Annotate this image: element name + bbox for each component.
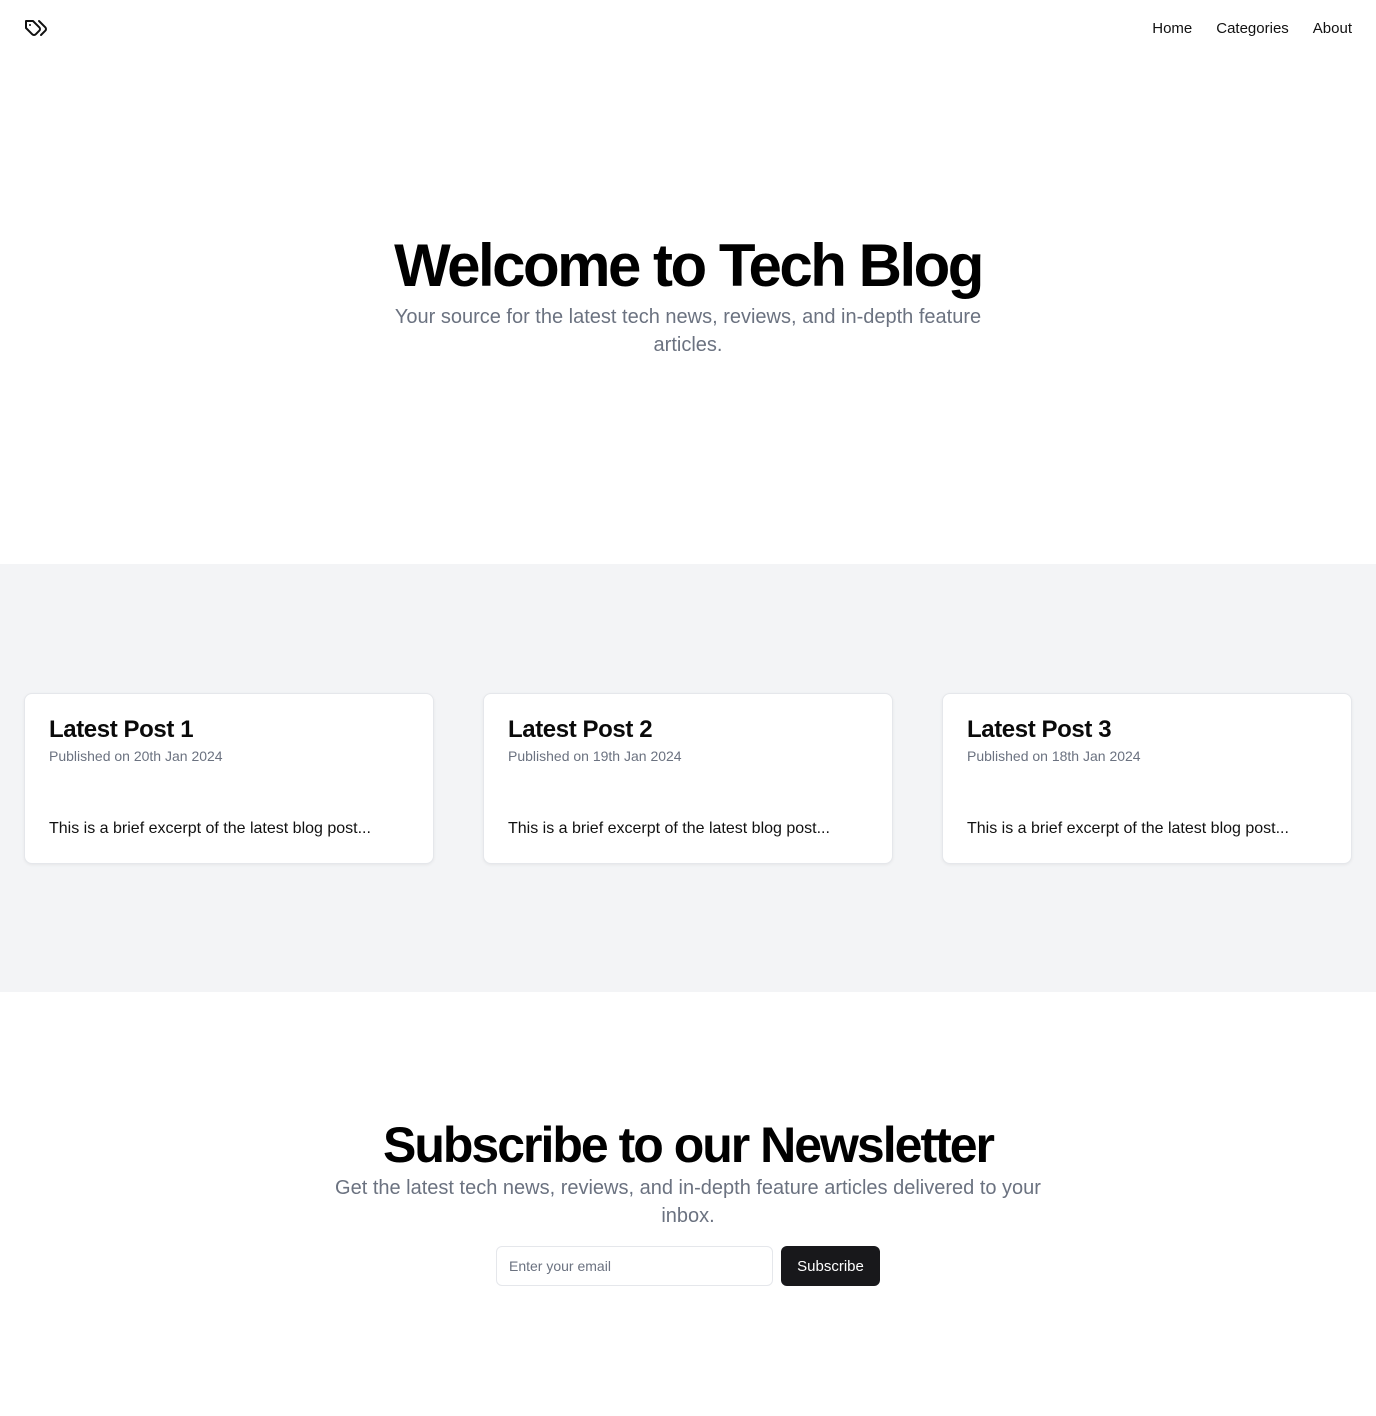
post-excerpt: This is a brief excerpt of the latest bl…: [508, 819, 830, 837]
post-excerpt: This is a brief excerpt of the latest bl…: [49, 819, 371, 837]
post-title: Latest Post 1: [49, 715, 194, 743]
post-date: Published on 19th Jan 2024: [508, 747, 682, 764]
post-card-2[interactable]: Latest Post 2 Published on 19th Jan 2024…: [483, 692, 893, 864]
post-date: Published on 20th Jan 2024: [49, 747, 223, 764]
post-title: Latest Post 3: [967, 715, 1112, 743]
nav-link-home[interactable]: Home: [1152, 20, 1192, 37]
hero-title: Welcome to Tech Blog: [394, 231, 984, 299]
post-card-3[interactable]: Latest Post 3 Published on 18th Jan 2024…: [942, 692, 1352, 864]
subscribe-button[interactable]: Subscribe: [781, 1246, 880, 1286]
hero-section: Welcome to Tech Blog Your source for the…: [0, 56, 1376, 564]
email-input[interactable]: [496, 1246, 773, 1286]
newsletter-form: Subscribe: [496, 1246, 880, 1286]
nav-link-categories[interactable]: Categories: [1216, 20, 1289, 37]
post-excerpt: This is a brief excerpt of the latest bl…: [967, 819, 1289, 837]
tags-icon[interactable]: [24, 16, 48, 40]
nav-link-about[interactable]: About: [1313, 20, 1352, 37]
post-title: Latest Post 2: [508, 715, 653, 743]
post-card-1[interactable]: Latest Post 1 Published on 20th Jan 2024…: [24, 692, 434, 864]
newsletter-subtitle: Get the latest tech news, reviews, and i…: [335, 1177, 1041, 1227]
post-date: Published on 18th Jan 2024: [967, 747, 1141, 764]
latest-posts-section: Latest Post 1 Published on 20th Jan 2024…: [0, 564, 1376, 992]
hero-subtitle: Your source for the latest tech news, re…: [394, 305, 982, 356]
site-header: Home Categories About: [0, 0, 1376, 56]
main-nav: Home Categories About: [1152, 20, 1352, 37]
newsletter-title: Subscribe to our Newsletter: [382, 1117, 995, 1173]
newsletter-section: Subscribe to our Newsletter Get the late…: [0, 992, 1376, 1416]
